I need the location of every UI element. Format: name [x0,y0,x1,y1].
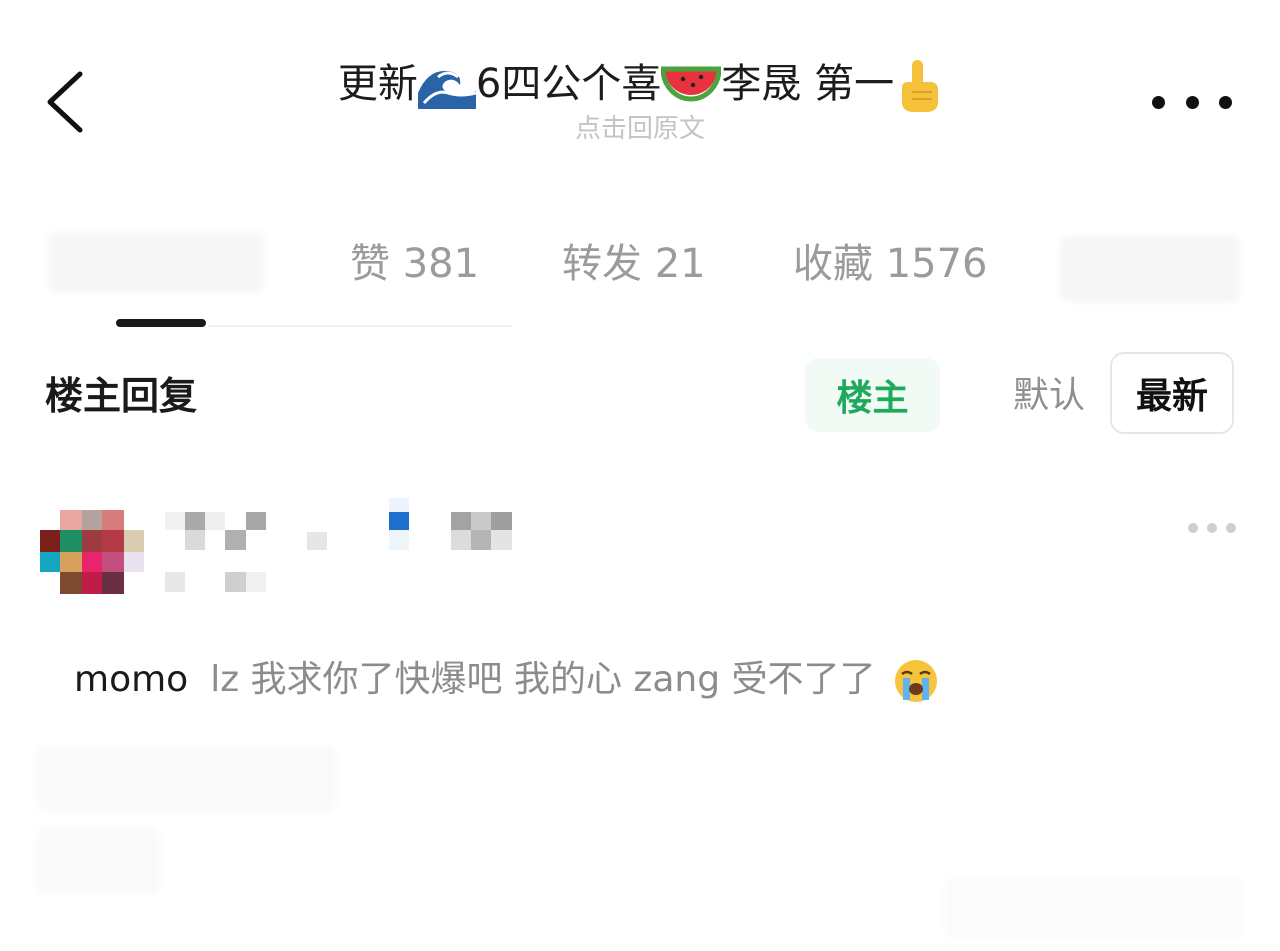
back-to-original-link[interactable]: 点击回原文 [440,112,840,146]
obscured-action [36,746,336,812]
crying-face-icon [894,660,937,702]
title-part-2: 6四公个喜 [475,61,662,107]
more-dot [1219,95,1232,109]
more-options-button[interactable] [1152,80,1232,124]
more-horizontal-icon [1188,523,1198,533]
more-dot [1185,95,1199,109]
tab-divider [208,325,513,327]
back-arrow-icon [47,71,83,133]
title-part-3: 李晟 第一 [721,61,895,107]
avatar[interactable] [40,510,144,598]
obscured-tab [48,232,264,292]
post-title[interactable]: 更新 6四公个喜 李晟 第一 [240,56,1040,114]
sort-default-button[interactable]: 默认 [1006,366,1092,426]
back-button[interactable] [40,66,96,138]
filter-owner-chip[interactable]: 楼主 [805,358,940,432]
tab-favorites[interactable]: 收藏 1576 [793,234,988,294]
more-horizontal-icon [1152,95,1165,109]
obscured-action [36,828,160,894]
wave-icon [417,63,476,109]
obscured-action [944,878,1244,938]
comment-username[interactable]: momo [74,659,188,700]
tab-reposts[interactable]: 转发 21 [562,234,706,294]
obscured-tab [1060,236,1240,302]
title-part-1: 更新 [337,61,418,107]
more-dot [1207,523,1217,533]
sort-latest-button[interactable]: 最新 [1110,352,1234,434]
watermelon-icon [661,66,722,102]
comment-more-button[interactable] [1188,518,1236,538]
tab-indicator [116,319,206,327]
tab-likes[interactable]: 赞 381 [350,234,479,294]
comment-body: lz 我求你了快爆吧 我的心 zang 受不了了 [210,659,876,700]
index-pointing-up-icon [902,60,939,112]
comment-text: momo lz 我求你了快爆吧 我的心 zang 受不了了 [74,652,939,708]
section-title: 楼主回复 [45,374,198,418]
more-dot [1226,523,1236,533]
